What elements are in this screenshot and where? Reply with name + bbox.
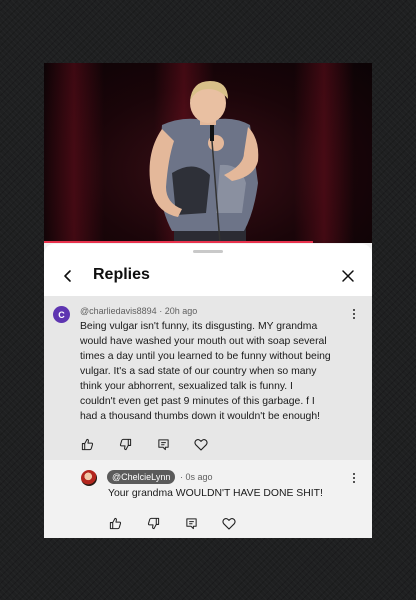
reply-more-button[interactable] — [347, 469, 361, 487]
comment-line: would have washed your mouth out with so… — [80, 336, 327, 347]
screenshot-frame: Replies C @charliedavis8894 · 20h ago Be… — [44, 63, 372, 538]
reply-button[interactable] — [156, 437, 170, 451]
comment-actions — [80, 437, 208, 451]
heart-button[interactable] — [222, 516, 236, 530]
back-button[interactable] — [56, 264, 80, 288]
panel-title: Replies — [93, 266, 150, 283]
replies-panel: Replies C @charliedavis8894 · 20h ago Be… — [44, 244, 372, 538]
comment-line: think your abhorrent, sexualized talk is… — [80, 381, 293, 392]
avatar[interactable]: C — [53, 306, 70, 323]
heart-icon — [222, 517, 236, 530]
close-button[interactable] — [336, 264, 360, 288]
video-player[interactable] — [44, 63, 372, 243]
comment-time: 20h ago — [164, 306, 198, 316]
comment-line: Being vulgar isn't funny, its disgusting… — [80, 321, 318, 332]
reply-icon — [185, 517, 197, 529]
comment-line: vulgar. It's a sad state of our country … — [80, 366, 317, 377]
reply-icon — [157, 438, 169, 450]
heart-button[interactable] — [194, 437, 208, 451]
like-button[interactable] — [80, 437, 94, 451]
comment-text: Being vulgar isn't funny, its disgusting… — [80, 319, 362, 424]
thumbs-up-icon — [81, 438, 93, 450]
heart-icon — [194, 438, 208, 451]
more-vertical-icon — [352, 308, 356, 312]
performer-figure — [149, 81, 259, 243]
avatar[interactable] — [81, 470, 97, 486]
close-icon — [342, 270, 354, 282]
video-progress-bar[interactable] — [44, 241, 313, 243]
dislike-button[interactable] — [118, 437, 132, 451]
comment-line: had a thousand thumbs down it wouldn't b… — [80, 411, 320, 422]
chevron-left-icon — [64, 270, 71, 282]
drag-handle[interactable] — [193, 250, 223, 253]
reply-comment: @ChelcieLynn · 0s ago Your grandma WOULD… — [44, 460, 372, 538]
thumbs-down-icon — [147, 517, 159, 529]
more-vertical-icon — [352, 472, 356, 476]
reply-meta: · 0s ago — [180, 472, 213, 482]
reply-time: 0s ago — [185, 472, 213, 482]
reply-text: Your grandma WOULDN'T HAVE DONE SHIT! — [108, 488, 323, 499]
reply-author[interactable]: @ChelcieLynn — [107, 470, 176, 484]
reply-button[interactable] — [184, 516, 198, 530]
like-button[interactable] — [108, 516, 122, 530]
reply-actions — [108, 516, 236, 530]
dislike-button[interactable] — [146, 516, 160, 530]
comment-line: couldn't even get past 9 minutes of this… — [80, 396, 315, 407]
thumbs-down-icon — [119, 438, 131, 450]
comment-author[interactable]: @charliedavis8894 — [80, 306, 157, 316]
meta-separator: · — [159, 306, 163, 316]
parent-comment: C @charliedavis8894 · 20h ago Being vulg… — [44, 296, 372, 460]
replies-header: Replies — [44, 258, 372, 294]
meta-separator: · — [180, 472, 183, 482]
thumbs-up-icon — [109, 517, 121, 529]
comment-meta: @charliedavis8894 · 20h ago — [80, 306, 197, 316]
comment-line: times a day until you learned to be funn… — [80, 351, 331, 362]
